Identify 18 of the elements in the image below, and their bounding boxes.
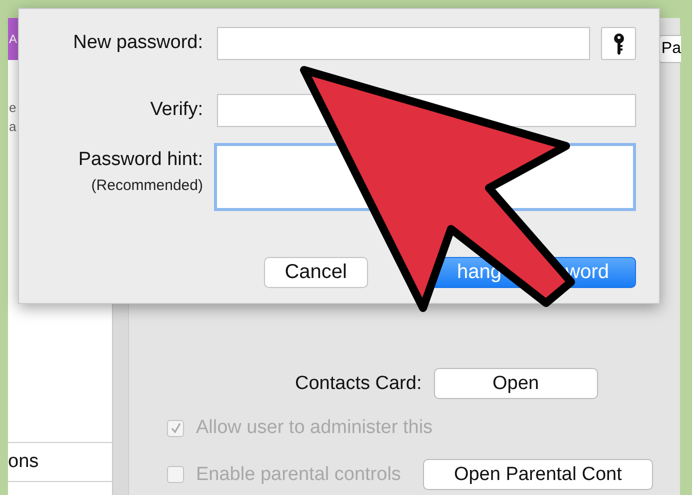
checkmark-icon	[170, 422, 182, 434]
sidebar-item[interactable]: ons	[8, 442, 112, 482]
sidebar-text: e	[8, 100, 16, 115]
open-button[interactable]: Open	[434, 368, 598, 399]
option-label: Enable parental controls	[196, 464, 401, 486]
password-field[interactable]	[217, 27, 590, 60]
key-button[interactable]	[601, 27, 636, 60]
account-badge: A	[8, 18, 19, 60]
key-icon	[612, 32, 624, 54]
contacts-card-label: Contacts Card:	[295, 372, 422, 394]
dialog-button[interactable]: Cancel	[264, 257, 368, 288]
sidebar-text: a	[8, 119, 16, 134]
field-label: Verify:	[150, 99, 203, 121]
field-label: New password:	[73, 32, 203, 54]
partial-button[interactable]: Pa	[658, 35, 681, 63]
field-label: Password hint:	[78, 149, 203, 171]
field-sublabel: (Recommended)	[91, 177, 203, 194]
option-label: Allow user to administer this	[196, 417, 433, 439]
